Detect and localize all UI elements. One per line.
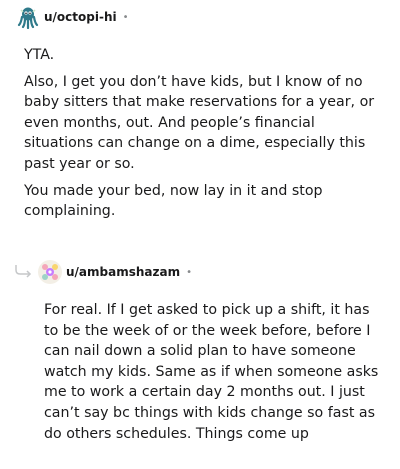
comment-paragraph: Also, I get you don’t have kids, but I k…: [24, 73, 375, 172]
comment-header: u/octopi-hi •: [16, 0, 129, 34]
comment-body: YTA. Also, I get you don’t have kids, bu…: [24, 45, 376, 228]
comment-author[interactable]: u/ambamshazam: [66, 265, 180, 279]
comment-author[interactable]: u/octopi-hi: [44, 10, 117, 24]
comment-paragraph: You made your bed, now lay in it and sto…: [24, 182, 323, 220]
separator-dot: •: [122, 11, 129, 23]
comment-header: u/ambamshazam •: [38, 255, 192, 289]
octopus-avatar-icon[interactable]: [16, 5, 40, 30]
flower-avatar-icon[interactable]: [38, 260, 62, 284]
separator-dot: •: [186, 266, 192, 278]
comment-body: For real. If I get asked to pick up a sh…: [44, 300, 380, 450]
comment-paragraph: For real. If I get asked to pick up a sh…: [44, 302, 379, 442]
comment-paragraph: YTA.: [24, 47, 55, 63]
reply-arrow-icon: [14, 263, 34, 282]
